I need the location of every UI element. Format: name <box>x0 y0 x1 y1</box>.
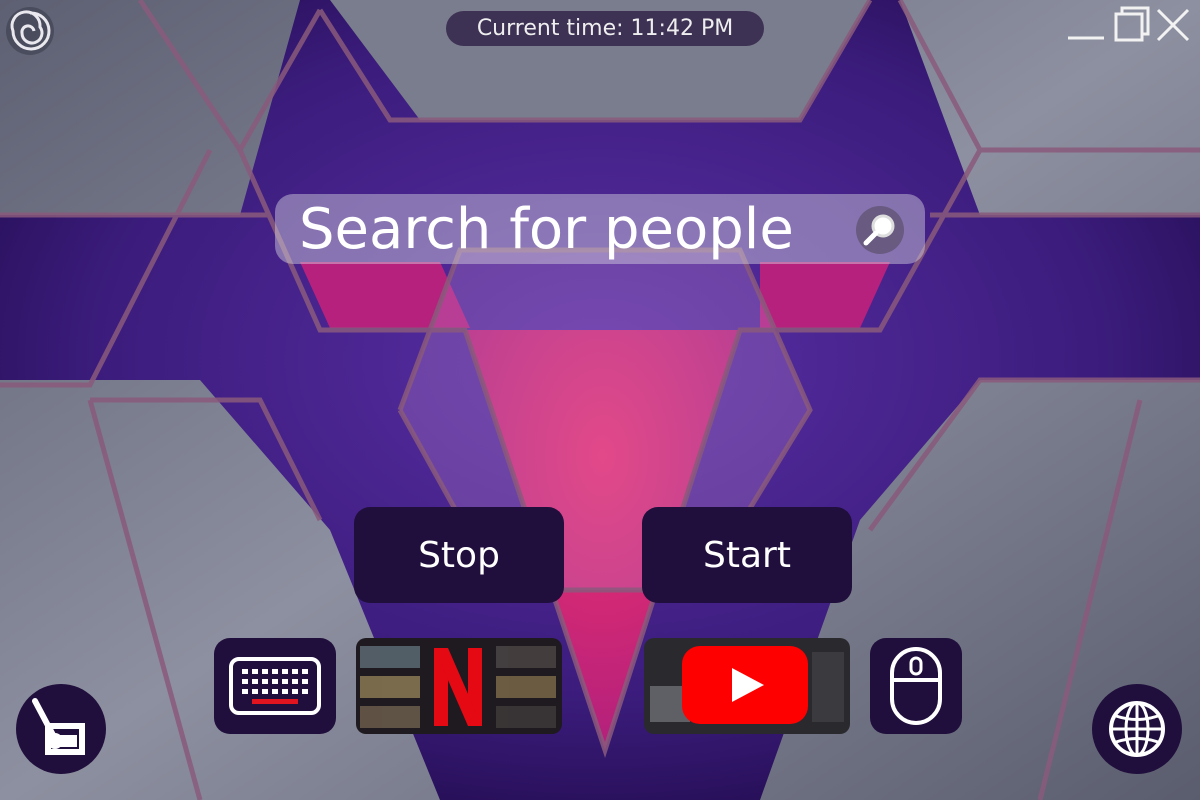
keyboard-icon <box>229 657 321 715</box>
youtube-thumbnail[interactable] <box>644 638 850 734</box>
paint-brush-canvas-button[interactable] <box>16 684 106 774</box>
stop-button[interactable]: Stop <box>354 507 564 603</box>
close-icon[interactable] <box>1152 6 1192 44</box>
current-time-display: Current time: 11:42 PM <box>446 11 764 46</box>
paint-brush-canvas-icon <box>32 698 85 755</box>
magnifier-icon[interactable] <box>855 205 905 255</box>
search-bar[interactable]: Search for people <box>275 194 925 264</box>
background-artwork <box>0 0 1200 800</box>
netflix-thumbnail[interactable] <box>356 638 562 734</box>
mouse-button[interactable] <box>870 638 962 734</box>
start-button[interactable]: Start <box>642 507 852 603</box>
app-logo-swirl-icon[interactable] <box>4 5 56 57</box>
mouse-icon <box>890 647 942 725</box>
keyboard-button[interactable] <box>214 638 336 734</box>
globe-icon <box>1109 701 1165 757</box>
maximize-icon[interactable] <box>1110 6 1150 44</box>
search-input-text[interactable]: Search for people <box>299 197 794 262</box>
minimize-icon[interactable] <box>1066 6 1106 44</box>
globe-button[interactable] <box>1092 684 1182 774</box>
